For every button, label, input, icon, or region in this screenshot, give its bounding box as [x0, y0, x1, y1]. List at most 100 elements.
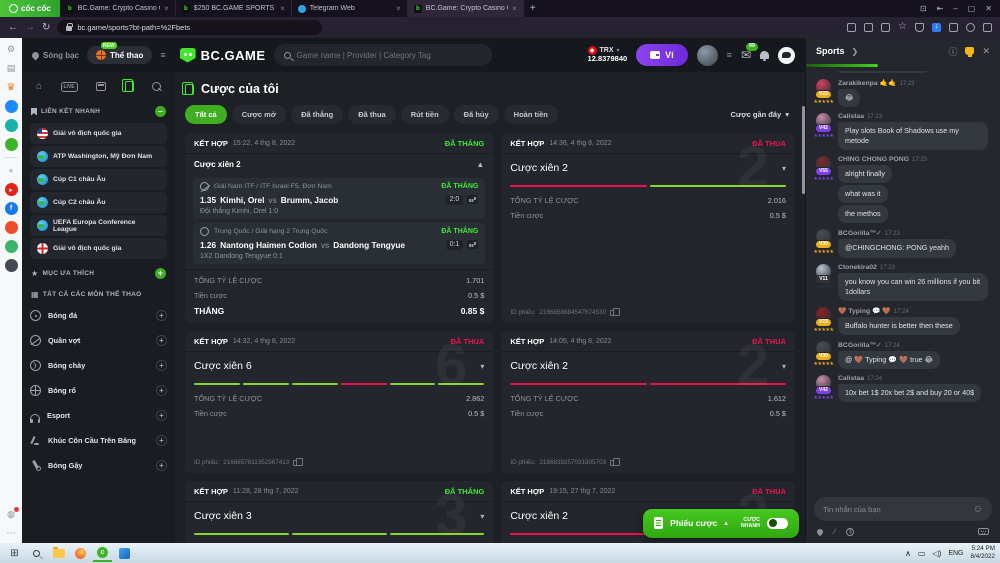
message-username[interactable]: BCGorilla™✓17:24: [838, 341, 992, 349]
bookmark-star-icon[interactable]: ☆: [898, 23, 907, 32]
browser-tab[interactable]: Telegram Web×: [292, 0, 408, 17]
sidebar-item-sport[interactable]: Bóng Gậy+: [30, 453, 167, 478]
translate-icon[interactable]: [864, 23, 873, 32]
close-tab-icon[interactable]: ×: [396, 4, 401, 13]
sidebar-item-quick-link[interactable]: ATP Washington, Mỹ Đơn Nam: [30, 146, 167, 167]
download-badge-icon[interactable]: ↓: [932, 23, 941, 32]
casino-tab[interactable]: Sòng bạc: [32, 51, 79, 60]
sort-dropdown[interactable]: Cược gần đây▾: [730, 110, 795, 119]
expand-sport-icon[interactable]: +: [156, 410, 167, 421]
sidebar-search-icon[interactable]: [152, 82, 161, 91]
url-field[interactable]: bc.game/sports?bt-path=%2Fbets: [57, 20, 322, 35]
match-stats-icon[interactable]: [467, 195, 478, 204]
expand-sport-icon[interactable]: +: [156, 460, 167, 471]
reading-list-icon[interactable]: ▤: [5, 62, 18, 75]
back-icon[interactable]: ←: [8, 23, 18, 33]
start-button[interactable]: ⊞: [5, 545, 24, 562]
calendar-icon[interactable]: [96, 82, 106, 91]
file-explorer-icon[interactable]: [49, 545, 68, 562]
sidebar-item-sport[interactable]: Bóng đá+: [30, 303, 167, 328]
expand-sport-icon[interactable]: +: [156, 385, 167, 396]
close-tab-icon[interactable]: ×: [512, 4, 517, 13]
expand-icon[interactable]: ▾: [782, 362, 786, 371]
taskbar-search-icon[interactable]: [27, 545, 46, 562]
bet-slip-button[interactable]: Phiếu cược ▴ CƯỢC NHANH: [643, 509, 799, 538]
message-username[interactable]: Calistaa17:24: [838, 375, 992, 382]
volume-icon[interactable]: ◁): [932, 549, 941, 558]
slash-commands-icon[interactable]: ∕: [834, 527, 835, 536]
message-username[interactable]: Calistaa17:23: [838, 113, 992, 120]
sports-tab[interactable]: NEW Thể thao: [87, 46, 152, 64]
my-bets-icon[interactable]: [125, 81, 134, 92]
copy-icon[interactable]: [610, 460, 615, 466]
coccoc-brand[interactable]: cốc cốc: [0, 0, 60, 17]
avatar[interactable]: [697, 45, 718, 66]
maximize-icon[interactable]: ▢: [968, 4, 976, 13]
browser-tab[interactable]: bBC.Game: Crypto Casino Gan×: [60, 0, 176, 17]
collapse-quick-links-button[interactable]: –: [155, 106, 166, 117]
save-page-icon[interactable]: [847, 23, 856, 32]
keyboard-icon[interactable]: [978, 528, 989, 535]
expand-icon[interactable]: ▾: [480, 362, 484, 371]
message-username[interactable]: CHING CHONG PONG17:23: [838, 156, 992, 163]
crown-icon[interactable]: ♛: [5, 81, 18, 94]
filter-pill[interactable]: Đã thắng: [291, 105, 343, 124]
chat-input[interactable]: Tin nhắn của bạn ☺: [814, 497, 992, 521]
filter-pill[interactable]: Đã hủy: [454, 105, 499, 124]
notifications-bell-icon[interactable]: [760, 51, 769, 59]
reload-icon[interactable]: ↻: [42, 23, 50, 33]
new-tab-button[interactable]: +: [524, 3, 542, 14]
filter-pill[interactable]: Hoàn tiền: [504, 105, 558, 124]
profile-icon[interactable]: [966, 23, 975, 32]
match-stats-icon[interactable]: [467, 240, 478, 249]
network-icon[interactable]: ▭: [918, 549, 926, 558]
taskbar-clock[interactable]: 5:24 PM 8/4/2022: [970, 545, 995, 561]
coin-icon[interactable]: $: [846, 528, 854, 536]
sidebar-item-quick-link[interactable]: Cúp C2 châu Âu: [30, 192, 167, 213]
expand-sport-icon[interactable]: +: [156, 435, 167, 446]
sidebar-item-sport[interactable]: Esport+: [30, 403, 167, 428]
header-menu-icon[interactable]: ≡: [160, 50, 165, 60]
bcgame-logo[interactable]: BC.GAME: [180, 48, 266, 63]
expand-sport-icon[interactable]: +: [156, 310, 167, 321]
home-icon[interactable]: ⌂: [36, 82, 42, 92]
games-icon[interactable]: [5, 138, 18, 151]
chat-toggle-icon[interactable]: [778, 47, 795, 64]
sidebar-item-sport[interactable]: Bóng chày+: [30, 353, 167, 378]
zalo-icon[interactable]: [5, 119, 18, 132]
bet-name-row[interactable]: Cược xiên 6▾: [185, 352, 493, 376]
game-search-input[interactable]: Game name | Provider | Category Tag: [274, 44, 492, 66]
live-icon[interactable]: LIVE: [61, 82, 78, 92]
expand-sport-icon[interactable]: +: [156, 360, 167, 371]
browser-tab[interactable]: bBC.Game: Crypto Casino Gan×: [408, 0, 524, 17]
bet-name-row[interactable]: Cược xiên 3▾: [185, 502, 493, 526]
photos-app-icon[interactable]: [115, 545, 134, 562]
pingpong-icon[interactable]: [5, 240, 18, 253]
keyboard-language[interactable]: ENG: [948, 550, 963, 557]
message-username[interactable]: 🤎 Typing 💬 🤎17:24: [838, 307, 992, 315]
youtube-icon[interactable]: ▸: [5, 183, 18, 196]
scrollbar-thumb[interactable]: [802, 106, 805, 194]
close-tab-icon[interactable]: ×: [280, 4, 285, 13]
tab-search-icon[interactable]: ⊡: [920, 4, 927, 13]
bet-name-row[interactable]: Cược xiên 2▾: [501, 352, 795, 376]
balance-selector[interactable]: ◆ TRX ▾ 12.8379840: [588, 46, 628, 63]
profile-menu-icon[interactable]: ≡: [727, 50, 732, 60]
sidebar-item-quick-link[interactable]: Giải vô địch quốc gia: [30, 123, 167, 144]
filter-pill[interactable]: Rút tiền: [401, 105, 449, 124]
copy-icon[interactable]: [293, 460, 298, 466]
sidebar-item-quick-link[interactable]: Cúp C1 châu Âu: [30, 169, 167, 190]
more-icon[interactable]: ⋯: [5, 527, 18, 540]
sidebar-item-sport[interactable]: Quần vợt+: [30, 328, 167, 353]
collapse-icon[interactable]: ▲: [476, 160, 484, 169]
shopee-icon[interactable]: [5, 221, 18, 234]
messenger-icon[interactable]: [5, 100, 18, 113]
inbox-button[interactable]: ✉ 99: [741, 49, 751, 61]
settings-icon[interactable]: ⚙: [5, 43, 18, 56]
sidebar-item-sport[interactable]: Khúc Côn Cầu Trên Băng+: [30, 428, 167, 453]
expand-icon[interactable]: ▾: [480, 512, 484, 521]
browser-tab[interactable]: b$250 BC.GAME SPORTS PARL×: [176, 0, 292, 17]
sidebar-item-quick-link[interactable]: UEFA Europa Conference League: [30, 215, 167, 236]
chevron-right-icon[interactable]: ❯: [852, 47, 859, 56]
message-username[interactable]: Ctonekira0217:23: [838, 264, 992, 271]
